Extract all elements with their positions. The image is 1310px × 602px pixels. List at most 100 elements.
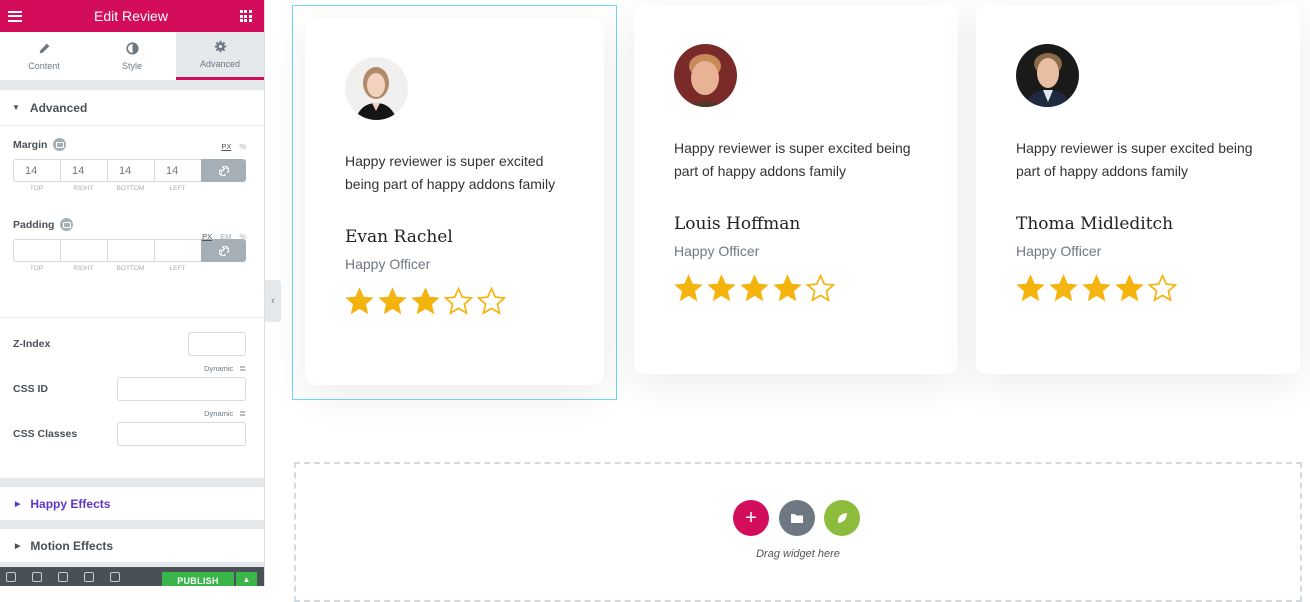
star-filled-icon (707, 274, 736, 302)
star-filled-icon (740, 274, 769, 302)
css-classes-input[interactable] (117, 422, 246, 446)
padding-units: PX EM % (202, 232, 246, 241)
margin-inputs (13, 159, 246, 182)
padding-sublabels: TOP RIGHT BOTTOM LEFT (13, 265, 246, 272)
tab-advanced-label: Advanced (199, 59, 241, 69)
unit-percent[interactable]: % (239, 232, 246, 241)
padding-label: Padding (13, 218, 55, 231)
star-filled-icon (674, 274, 703, 302)
collapse-panel-button[interactable]: ‹ (265, 280, 281, 322)
padding-label-row: Padding (13, 218, 246, 231)
widgets-grid-icon[interactable] (239, 10, 252, 22)
review-text-line: Happy reviewer is super excited being (1016, 140, 1253, 156)
css-id-input[interactable] (117, 377, 246, 401)
padding-inputs (13, 239, 246, 262)
tab-style[interactable]: Style (88, 32, 176, 80)
link-icon (218, 165, 229, 176)
padding-right-input[interactable] (60, 239, 107, 262)
star-empty-icon (476, 286, 507, 315)
reviewer-role: Happy Officer (674, 243, 760, 259)
padding-bottom-input[interactable] (107, 239, 154, 262)
css-classes-label: CSS Classes (13, 428, 78, 440)
reviewer-name: Thoma Midleditch (1016, 214, 1174, 234)
margin-top-input[interactable] (13, 159, 60, 182)
add-template-button[interactable] (779, 500, 815, 536)
avatar (1016, 44, 1079, 107)
caret-right-icon: ▶ (15, 500, 21, 508)
css-id-label: CSS ID (13, 383, 49, 395)
responsive-desktop-icon[interactable] (53, 138, 67, 151)
css-id-row: CSS ID (13, 377, 246, 401)
gear-icon (214, 40, 226, 53)
tab-content[interactable]: Content (0, 32, 88, 80)
responsive-icon[interactable] (84, 571, 94, 582)
happy-templates-button[interactable] (824, 500, 860, 536)
avatar (345, 57, 408, 120)
history-icon[interactable] (58, 571, 68, 582)
motion-effects-label: Motion Effects (30, 538, 114, 553)
folder-icon (791, 514, 803, 523)
unit-px[interactable]: PX (202, 232, 212, 241)
star-filled-icon (1115, 274, 1144, 302)
tab-content-label: Content (28, 60, 60, 71)
reviewer-name: Louis Hoffman (674, 214, 801, 234)
padding-top-input[interactable] (13, 239, 60, 262)
review-text-line: Happy reviewer is super excited (345, 153, 544, 169)
sublabel-right: RIGHT (73, 265, 94, 272)
star-filled-icon (411, 287, 440, 315)
zindex-row: Z-Index (13, 332, 246, 356)
add-section-button[interactable]: + (733, 500, 769, 536)
star-filled-icon (1016, 274, 1045, 302)
zindex-label: Z-Index (13, 338, 51, 350)
margin-units: PX % (221, 142, 246, 151)
review-text: Happy reviewer is super excited being par… (1016, 137, 1286, 183)
panel-header: Edit Review (0, 0, 264, 32)
preview-icon[interactable] (110, 571, 120, 582)
drag-widget-text: Drag widget here (756, 548, 840, 560)
publish-options-button[interactable]: ▲ (236, 572, 257, 586)
section-advanced-header[interactable]: ▼ Advanced (0, 90, 264, 126)
reviewer-role: Happy Officer (345, 256, 431, 272)
dynamic-row: Dynamic ≣ (13, 364, 246, 373)
reviewer-role: Happy Officer (1016, 243, 1102, 259)
sublabel-right: RIGHT (73, 185, 94, 192)
menu-icon[interactable] (8, 10, 22, 22)
star-rating (1015, 273, 1178, 304)
dynamic-label: Dynamic (204, 364, 234, 373)
css-classes-row: CSS Classes (13, 422, 246, 446)
star-empty-icon (805, 273, 836, 302)
unit-percent[interactable]: % (239, 142, 246, 151)
database-icon[interactable]: ≣ (239, 364, 246, 373)
dynamic-label: Dynamic (204, 409, 234, 418)
unit-px[interactable]: PX (221, 142, 231, 151)
database-icon[interactable]: ≣ (239, 409, 246, 418)
link-values-button[interactable] (201, 239, 246, 262)
review-text: Happy reviewer is super excited being par… (674, 137, 944, 183)
tab-advanced[interactable]: Advanced (176, 32, 264, 80)
tab-style-label: Style (121, 60, 142, 71)
review-text-line: being part of happy addons family (345, 176, 556, 192)
sublabel-top: TOP (29, 185, 44, 192)
margin-bottom-input[interactable] (107, 159, 154, 182)
responsive-desktop-icon[interactable] (60, 218, 74, 231)
link-values-button[interactable] (201, 159, 246, 182)
caret-right-icon: ▶ (15, 542, 21, 550)
zindex-input[interactable] (188, 332, 246, 356)
reviewer-name: Evan Rachel (345, 227, 453, 247)
chevron-left-icon: ‹ (271, 295, 275, 307)
star-filled-icon (1082, 274, 1111, 302)
star-filled-icon (378, 287, 407, 315)
publish-button[interactable]: PUBLISH (162, 572, 234, 586)
navigator-icon[interactable] (32, 571, 42, 582)
margin-right-input[interactable] (60, 159, 107, 182)
section-motion-effects[interactable]: ▶ Motion Effects (0, 529, 264, 562)
unit-em[interactable]: EM (220, 232, 231, 241)
settings-icon[interactable] (6, 571, 16, 582)
sublabel-bottom: BOTTOM (116, 185, 145, 192)
padding-left-input[interactable] (154, 239, 201, 262)
star-filled-icon (773, 274, 802, 302)
section-happy-effects[interactable]: ▶ Happy Effects (0, 487, 264, 520)
margin-left-input[interactable] (154, 159, 201, 182)
editor-panel: Edit Review Content Style Advanced ▼ Adv… (0, 0, 265, 586)
attributes-box: Z-Index Dynamic ≣ CSS ID Dynamic ≣ CSS C… (0, 318, 264, 478)
